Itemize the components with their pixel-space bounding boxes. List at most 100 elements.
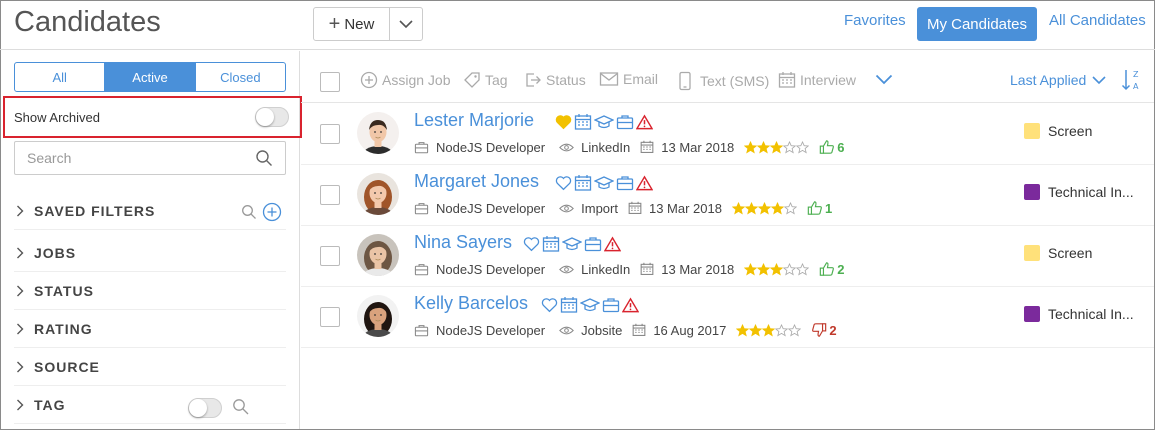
new-button[interactable]: + New	[314, 8, 390, 40]
graduation-cap-icon[interactable]	[594, 114, 614, 130]
row-checkbox[interactable]	[320, 307, 340, 327]
avatar[interactable]	[357, 173, 399, 215]
search-icon[interactable]	[255, 149, 273, 167]
row-checkbox[interactable]	[320, 124, 340, 144]
candidate-name[interactable]: Margaret Jones	[414, 171, 539, 192]
star-filled-icon[interactable]	[749, 323, 763, 337]
star-filled-icon[interactable]	[757, 140, 771, 154]
candidate-row[interactable]: Margaret Jones NodeJS Developer Import 1…	[301, 165, 1154, 226]
star-filled-icon[interactable]	[736, 323, 750, 337]
candidate-name[interactable]: Lester Marjorie	[414, 110, 534, 131]
favorites-link[interactable]: Favorites	[844, 12, 906, 29]
heart-icon[interactable]	[541, 297, 558, 313]
vote-score[interactable]: 2	[811, 322, 837, 338]
status-badge[interactable]: Screen	[1024, 123, 1092, 139]
warning-icon[interactable]	[604, 236, 621, 252]
calendar-icon[interactable]	[542, 235, 560, 253]
star-rating[interactable]	[731, 201, 797, 215]
star-empty-icon[interactable]	[775, 323, 789, 337]
email-button[interactable]: Email	[599, 71, 658, 87]
star-filled-icon[interactable]	[744, 262, 758, 276]
graduation-cap-icon[interactable]	[580, 297, 600, 313]
star-empty-icon[interactable]	[783, 262, 797, 276]
vote-score[interactable]: 1	[807, 200, 832, 216]
select-all-checkbox[interactable]	[320, 72, 340, 92]
status-button[interactable]: Status	[524, 71, 586, 89]
interview-button[interactable]: Interview	[778, 71, 856, 89]
sort-direction-icon[interactable]: ZA	[1121, 68, 1143, 92]
heart-icon[interactable]	[555, 175, 572, 191]
calendar-icon[interactable]	[560, 296, 578, 314]
heart-filled-icon[interactable]	[555, 114, 572, 130]
briefcase-icon[interactable]	[584, 236, 602, 252]
graduation-cap-icon[interactable]	[562, 236, 582, 252]
status-badge[interactable]: Technical In...	[1024, 306, 1134, 322]
star-filled-icon[interactable]	[731, 201, 745, 215]
star-empty-icon[interactable]	[788, 323, 802, 337]
calendar-icon[interactable]	[574, 113, 592, 131]
star-empty-icon[interactable]	[783, 201, 797, 215]
more-actions-chevron-icon[interactable]	[875, 74, 893, 85]
show-archived-toggle[interactable]	[255, 107, 289, 127]
star-empty-icon[interactable]	[796, 140, 810, 154]
warning-icon[interactable]	[636, 114, 653, 130]
filter-section[interactable]: JOBS	[14, 234, 286, 272]
calendar-icon[interactable]	[574, 174, 592, 192]
new-dropdown-button[interactable]	[390, 8, 422, 40]
graduation-cap-icon[interactable]	[594, 175, 614, 191]
assign-job-button[interactable]: Assign Job	[360, 71, 450, 89]
segment-2[interactable]: Closed	[196, 63, 285, 91]
vote-score[interactable]: 2	[819, 261, 845, 277]
status-badge[interactable]: Technical In...	[1024, 184, 1134, 200]
applied-date: 13 Mar 2018	[661, 261, 735, 277]
filter-section[interactable]: STATUS	[14, 272, 286, 310]
briefcase-icon[interactable]	[602, 297, 620, 313]
star-filled-icon[interactable]	[744, 201, 758, 215]
row-checkbox[interactable]	[320, 185, 340, 205]
star-rating[interactable]	[744, 262, 810, 276]
candidate-name[interactable]: Nina Sayers	[414, 232, 512, 253]
candidate-name[interactable]: Kelly Barcelos	[414, 293, 528, 314]
warning-icon[interactable]	[622, 297, 639, 313]
briefcase-icon[interactable]	[616, 114, 634, 130]
candidate-row[interactable]: Kelly Barcelos NodeJS Developer Jobsite …	[301, 287, 1154, 348]
vote-score[interactable]: 6	[819, 139, 845, 155]
star-rating[interactable]	[744, 140, 810, 154]
tag-toggle[interactable]	[188, 398, 222, 418]
star-filled-icon[interactable]	[762, 323, 776, 337]
text-sms-button[interactable]: Text (SMS)	[678, 71, 769, 91]
candidate-row[interactable]: Lester Marjorie NodeJS Developer LinkedI…	[301, 104, 1154, 165]
add-filter-icon[interactable]	[262, 202, 282, 222]
star-filled-icon[interactable]	[757, 262, 771, 276]
all-candidates-link[interactable]: All Candidates	[1049, 12, 1146, 29]
star-filled-icon[interactable]	[770, 201, 784, 215]
row-checkbox[interactable]	[320, 246, 340, 266]
saved-filters-search-icon[interactable]	[241, 204, 257, 220]
my-candidates-button[interactable]: My Candidates	[917, 7, 1037, 41]
star-rating[interactable]	[736, 323, 802, 337]
star-filled-icon[interactable]	[757, 201, 771, 215]
warning-icon[interactable]	[636, 175, 653, 191]
avatar[interactable]	[357, 295, 399, 337]
star-filled-icon[interactable]	[770, 140, 784, 154]
page-title: Candidates	[14, 6, 161, 38]
search-input[interactable]	[27, 150, 247, 166]
briefcase-icon[interactable]	[616, 175, 634, 191]
status-badge[interactable]: Screen	[1024, 245, 1092, 261]
segment-1[interactable]: Active	[105, 63, 196, 91]
sort-dropdown[interactable]: Last Applied	[1010, 72, 1106, 88]
calendar-icon	[632, 323, 649, 337]
avatar[interactable]	[357, 112, 399, 154]
avatar[interactable]	[357, 234, 399, 276]
candidate-row[interactable]: Nina Sayers NodeJS Developer LinkedIn 13…	[301, 226, 1154, 287]
star-filled-icon[interactable]	[770, 262, 784, 276]
filter-section[interactable]: RATING	[14, 310, 286, 348]
star-empty-icon[interactable]	[796, 262, 810, 276]
star-empty-icon[interactable]	[783, 140, 797, 154]
filter-section[interactable]: SOURCE	[14, 348, 286, 386]
segment-0[interactable]: All	[15, 63, 106, 91]
star-filled-icon[interactable]	[744, 140, 758, 154]
tag-button[interactable]: Tag	[463, 71, 508, 89]
heart-icon[interactable]	[523, 236, 540, 252]
tag-search-icon[interactable]	[232, 398, 250, 416]
